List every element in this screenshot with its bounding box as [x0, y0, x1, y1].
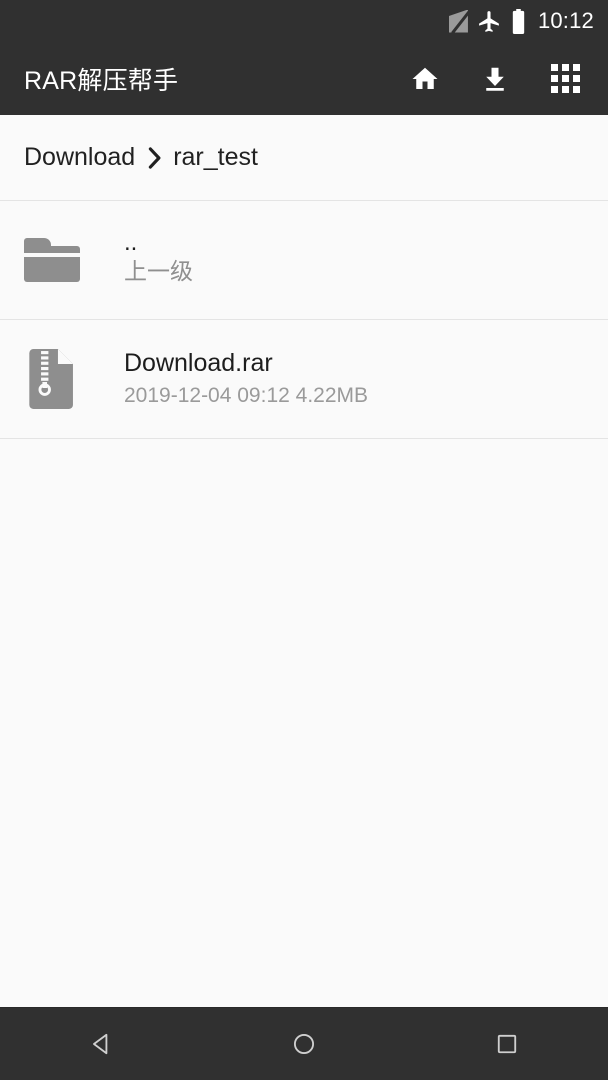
breadcrumb-item-download[interactable]: Download	[24, 143, 135, 172]
list-item-archive[interactable]: Download.rar 2019-12-04 09:12 4.22MB	[0, 320, 608, 439]
status-bar: 10:12	[0, 0, 608, 42]
list-item-title: ..	[124, 235, 138, 253]
home-circle-icon	[293, 1033, 315, 1055]
list-item-subtitle: 上一级	[124, 258, 193, 285]
recents-button[interactable]	[467, 1008, 547, 1080]
recents-square-icon	[497, 1034, 516, 1054]
app-bar: RAR解压帮手	[0, 42, 608, 115]
status-bar-time: 10:12	[537, 8, 594, 33]
app-bar-actions	[408, 62, 590, 96]
list-item-parent-directory[interactable]: .. 上一级	[0, 201, 608, 320]
home-button[interactable]	[408, 62, 442, 96]
breadcrumb: Download rar_test	[0, 115, 608, 201]
breadcrumb-item-rar-test[interactable]: rar_test	[173, 143, 258, 172]
back-button[interactable]	[61, 1008, 141, 1080]
grid-icon	[550, 64, 580, 93]
battery-icon	[512, 8, 525, 34]
zip-file-icon	[24, 349, 80, 409]
list-item-title: Download.rar	[124, 350, 273, 378]
chevron-right-icon	[146, 146, 162, 169]
file-list: .. 上一级 Download.rar 2019-12-04 09:12 4.2…	[0, 201, 608, 1007]
apps-grid-button[interactable]	[548, 62, 582, 96]
system-navigation-bar	[0, 1007, 608, 1080]
downloads-button[interactable]	[478, 62, 512, 96]
folder-icon	[24, 230, 80, 290]
list-item-subtitle: 2019-12-04 09:12 4.22MB	[124, 383, 369, 407]
download-icon	[486, 67, 504, 91]
status-bar-icons: 10:12	[448, 8, 594, 34]
back-triangle-icon	[93, 1033, 108, 1055]
home-icon	[412, 67, 438, 89]
app-title: RAR解压帮手	[24, 66, 179, 95]
list-item-text: Download.rar 2019-12-04 09:12 4.22MB	[124, 350, 368, 408]
app-screen: 10:12 RAR解压帮手 Download rar_test .. 上一级 D…	[0, 0, 608, 1080]
home-button[interactable]	[264, 1008, 344, 1080]
airplane-mode-icon	[479, 10, 499, 32]
list-item-text: .. 上一级	[124, 235, 193, 284]
no-sim-icon	[448, 9, 470, 34]
